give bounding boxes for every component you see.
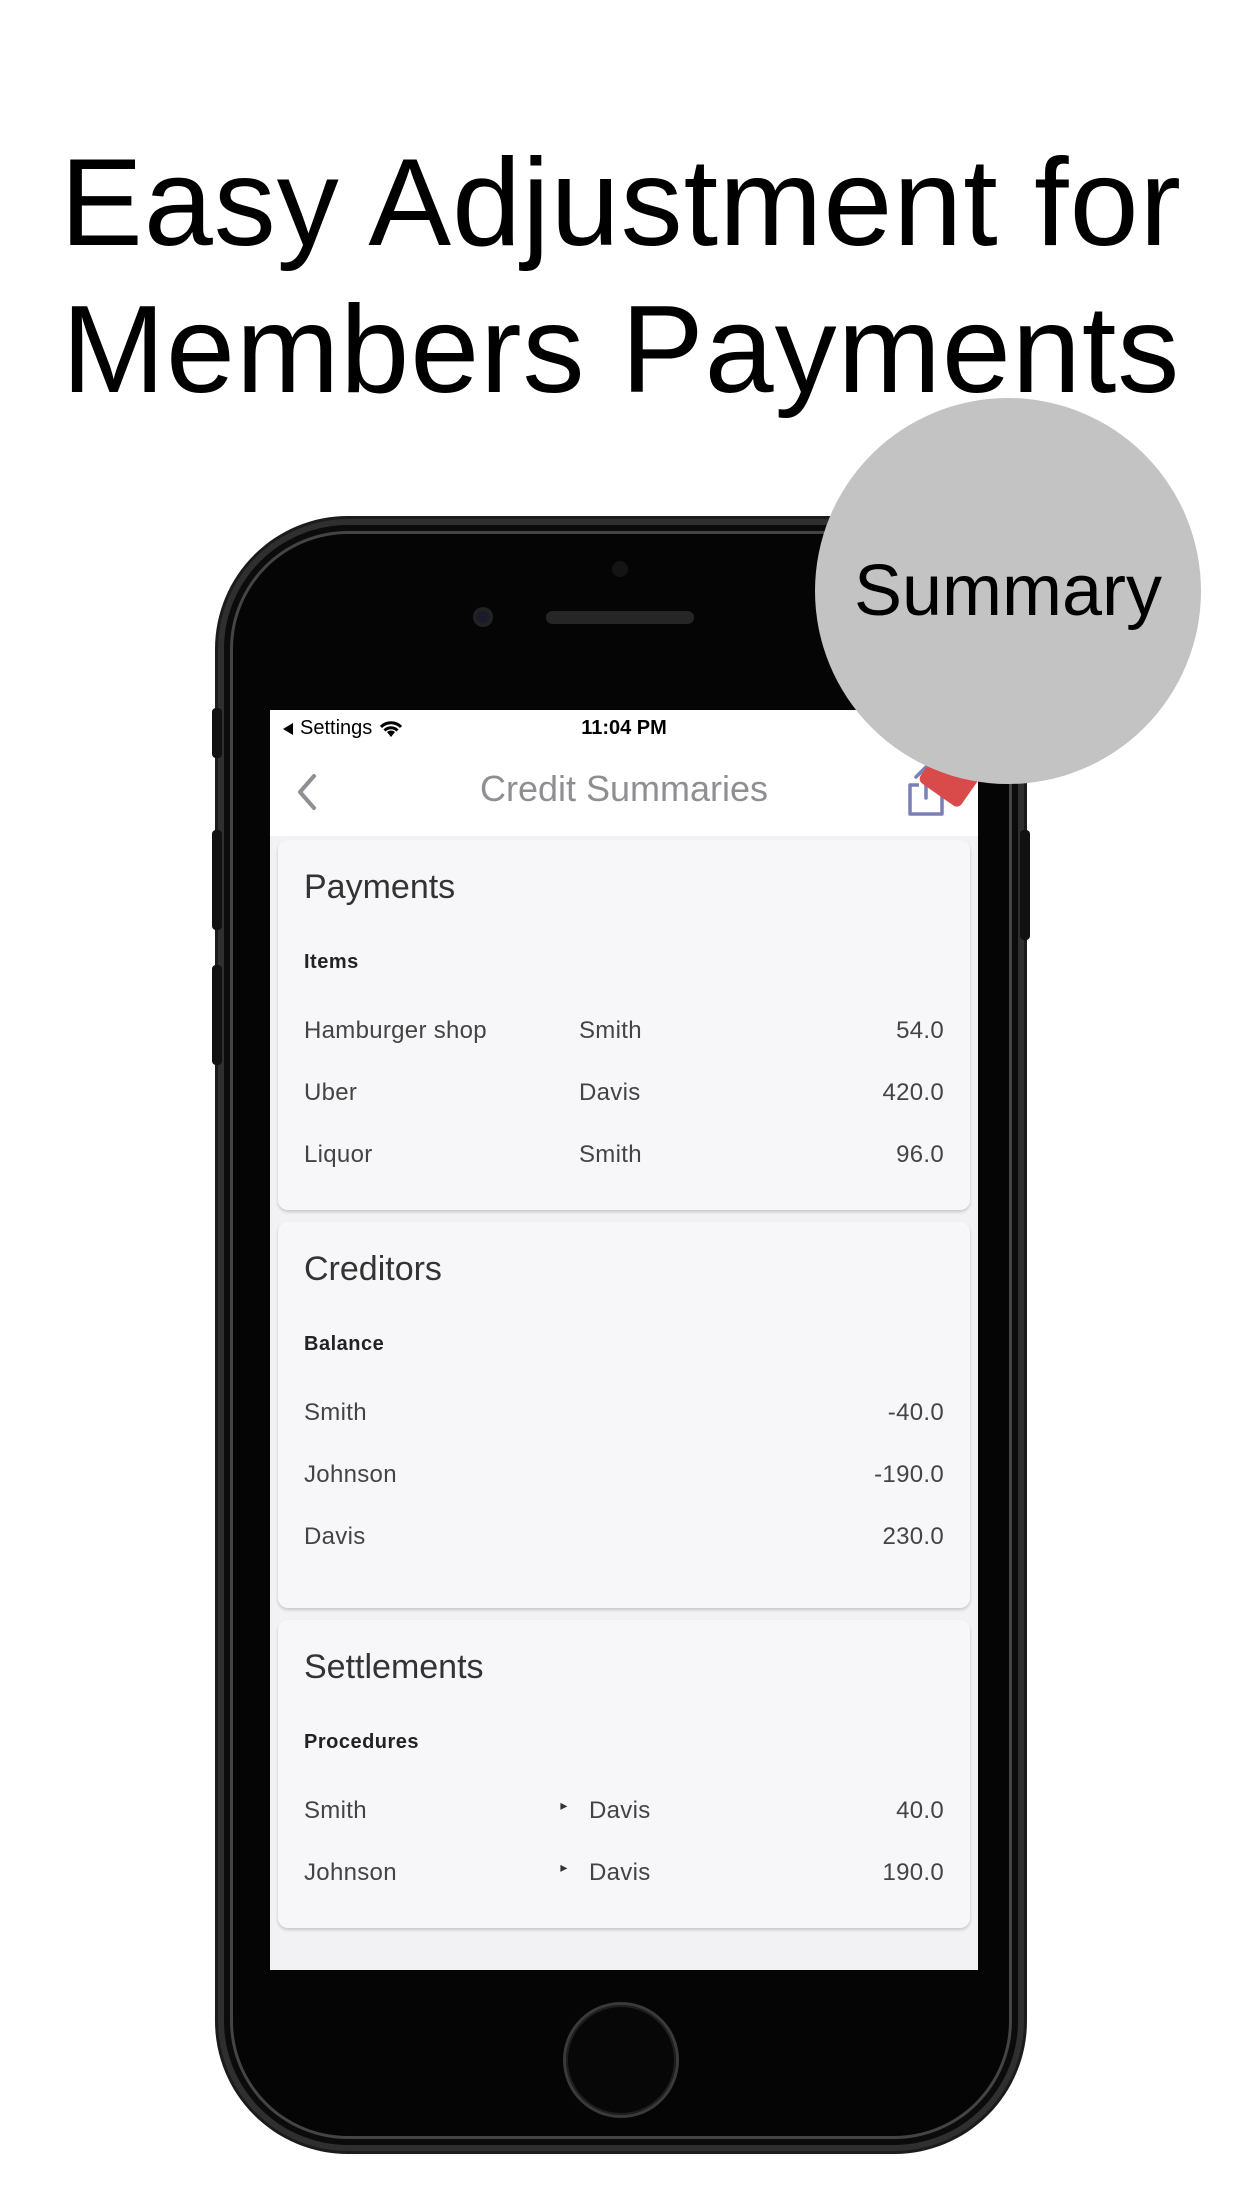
creditor-balance: -190.0 [874,1461,944,1488]
creditor-row: Davis 230.0 [304,1506,944,1568]
navigation-bar: Credit Summaries [270,746,978,836]
settlement-from-cell: Smith ▸ [304,1797,579,1825]
payment-row: Liquor Smith 96.0 [304,1124,944,1186]
front-camera [473,607,493,627]
side-button-power [1020,830,1030,940]
headline: Easy Adjustment for Members Payments [0,130,1242,424]
settlement-to: Davis [589,1797,651,1824]
side-button-volume-up [212,830,222,930]
payment-row: Uber Davis 420.0 [304,1062,944,1124]
settlement-amount: 40.0 [896,1797,944,1824]
settlement-row: Smith ▸ Davis 40.0 [304,1780,944,1842]
page-title: Credit Summaries [479,768,769,809]
summary-bubble-label: Summary [853,551,1163,631]
creditor-row: Smith -40.0 [304,1382,944,1444]
side-button-volume-down [212,965,222,1065]
creditor-row: Johnson -190.0 [304,1444,944,1506]
settlement-row: Johnson ▸ Davis 190.0 [304,1842,944,1904]
creditor-name: Davis [304,1523,366,1550]
caret-right-icon: ▸ [560,1859,568,1875]
creditor-name: Johnson [304,1461,397,1488]
payment-item: Liquor [304,1141,373,1168]
side-button-mute [212,708,222,758]
summary-bubble: Summary [815,398,1201,784]
payment-payer: Smith [579,1141,642,1168]
creditors-card: Creditors Balance Smith -40.0 Johnson -1… [278,1222,970,1608]
payments-card: Payments Items Hamburger shop Smith 54.0… [278,840,970,1210]
settlements-subheader: Procedures [304,1731,420,1753]
payment-row: Hamburger shop Smith 54.0 [304,1000,944,1062]
payment-item: Hamburger shop [304,1017,487,1044]
payment-amount: 420.0 [882,1079,944,1106]
home-button[interactable] [566,2005,676,2115]
settlement-from-cell: Johnson ▸ [304,1859,579,1887]
payment-payer: Smith [579,1017,642,1044]
proximity-sensor [612,561,628,577]
settlement-from: Johnson [304,1859,397,1886]
settlement-amount: 190.0 [882,1859,944,1886]
settlements-card: Settlements Procedures Smith ▸ Davis 40.… [278,1620,970,1928]
payment-amount: 96.0 [896,1141,944,1168]
headline-line-2: Members Payments [61,281,1181,419]
settlement-to: Davis [589,1859,651,1886]
earpiece-speaker [546,611,694,624]
payment-amount: 54.0 [896,1017,944,1044]
payments-title: Payments [304,868,456,906]
app-screen: Settings 11:04 PM Credit Summaries Payme… [270,710,978,1970]
payments-subheader: Items [304,951,359,973]
payment-payer: Davis [579,1079,641,1106]
caret-right-icon: ▸ [560,1797,568,1813]
creditors-title: Creditors [304,1250,442,1288]
creditors-subheader: Balance [304,1333,385,1355]
creditor-balance: 230.0 [882,1523,944,1550]
payment-item: Uber [304,1079,358,1106]
headline-line-1: Easy Adjustment for [60,134,1182,272]
settlements-title: Settlements [304,1648,484,1686]
settlement-from: Smith [304,1797,367,1824]
creditor-name: Smith [304,1399,367,1426]
creditor-balance: -40.0 [887,1399,944,1426]
